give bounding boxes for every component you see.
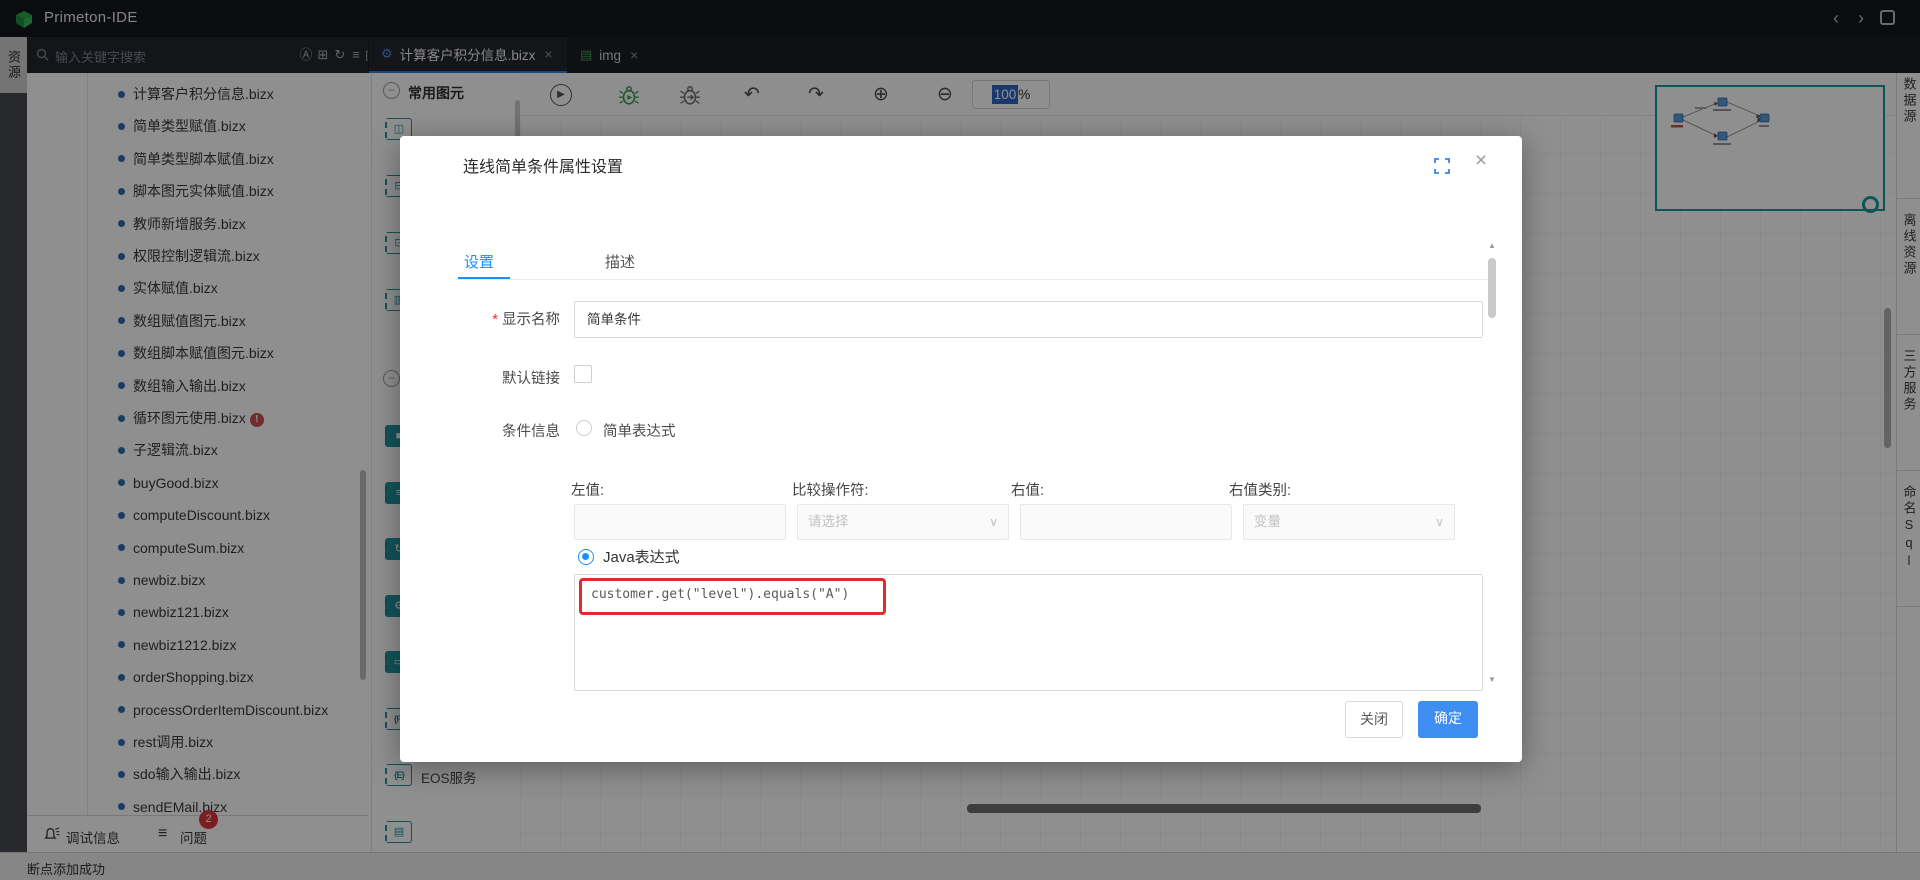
operator-select[interactable]: 请选择∨ bbox=[797, 504, 1009, 540]
required-asterisk: * bbox=[492, 312, 498, 328]
java-expression-code: customer.get("level").equals("A") bbox=[591, 587, 849, 602]
chevron-down-icon: ∨ bbox=[1435, 505, 1444, 539]
close-button[interactable]: 关闭 bbox=[1345, 701, 1403, 738]
dialog-tab-settings[interactable]: 设置 bbox=[464, 251, 494, 277]
default-link-checkbox[interactable] bbox=[574, 365, 592, 383]
maximize-icon[interactable] bbox=[1434, 158, 1450, 174]
default-link-label: 默认链接 bbox=[440, 367, 560, 387]
display-name-input[interactable]: 简单条件 bbox=[574, 301, 1483, 338]
close-icon[interactable]: × bbox=[1468, 148, 1494, 174]
operator-label: 比较操作符: bbox=[792, 479, 869, 500]
java-expression-textarea[interactable]: customer.get("level").equals("A") bbox=[574, 574, 1483, 691]
simple-expression-label: 简单表达式 bbox=[603, 420, 676, 441]
dialog-title: 连线简单条件属性设置 bbox=[463, 153, 623, 177]
tab-separator bbox=[455, 279, 1490, 280]
left-value-input[interactable] bbox=[574, 504, 786, 540]
chevron-down-icon: ∨ bbox=[989, 505, 998, 539]
java-expression-label: Java表达式 bbox=[603, 546, 680, 567]
simple-expression-radio[interactable] bbox=[576, 420, 592, 436]
java-expression-radio[interactable] bbox=[578, 549, 594, 565]
scroll-down-icon[interactable]: ▼ bbox=[1488, 676, 1496, 684]
right-type-label: 右值类别: bbox=[1229, 479, 1291, 500]
dialog-scrollbar-thumb[interactable] bbox=[1488, 258, 1496, 318]
right-value-input[interactable] bbox=[1020, 504, 1232, 540]
dialog-tab-description[interactable]: 描述 bbox=[605, 251, 635, 277]
ok-button[interactable]: 确定 bbox=[1418, 701, 1478, 738]
right-value-label: 右值: bbox=[1011, 479, 1044, 500]
right-type-select[interactable]: 变量∨ bbox=[1243, 504, 1455, 540]
condition-info-label: 条件信息 bbox=[440, 420, 560, 440]
connection-condition-dialog: 连线简单条件属性设置 × 设置 描述 *显示名称 简单条件 默认链接 条件信息 … bbox=[400, 136, 1522, 762]
scroll-up-icon[interactable]: ▲ bbox=[1488, 242, 1496, 250]
display-name-label: *显示名称 bbox=[440, 308, 560, 328]
left-value-label: 左值: bbox=[571, 479, 604, 500]
